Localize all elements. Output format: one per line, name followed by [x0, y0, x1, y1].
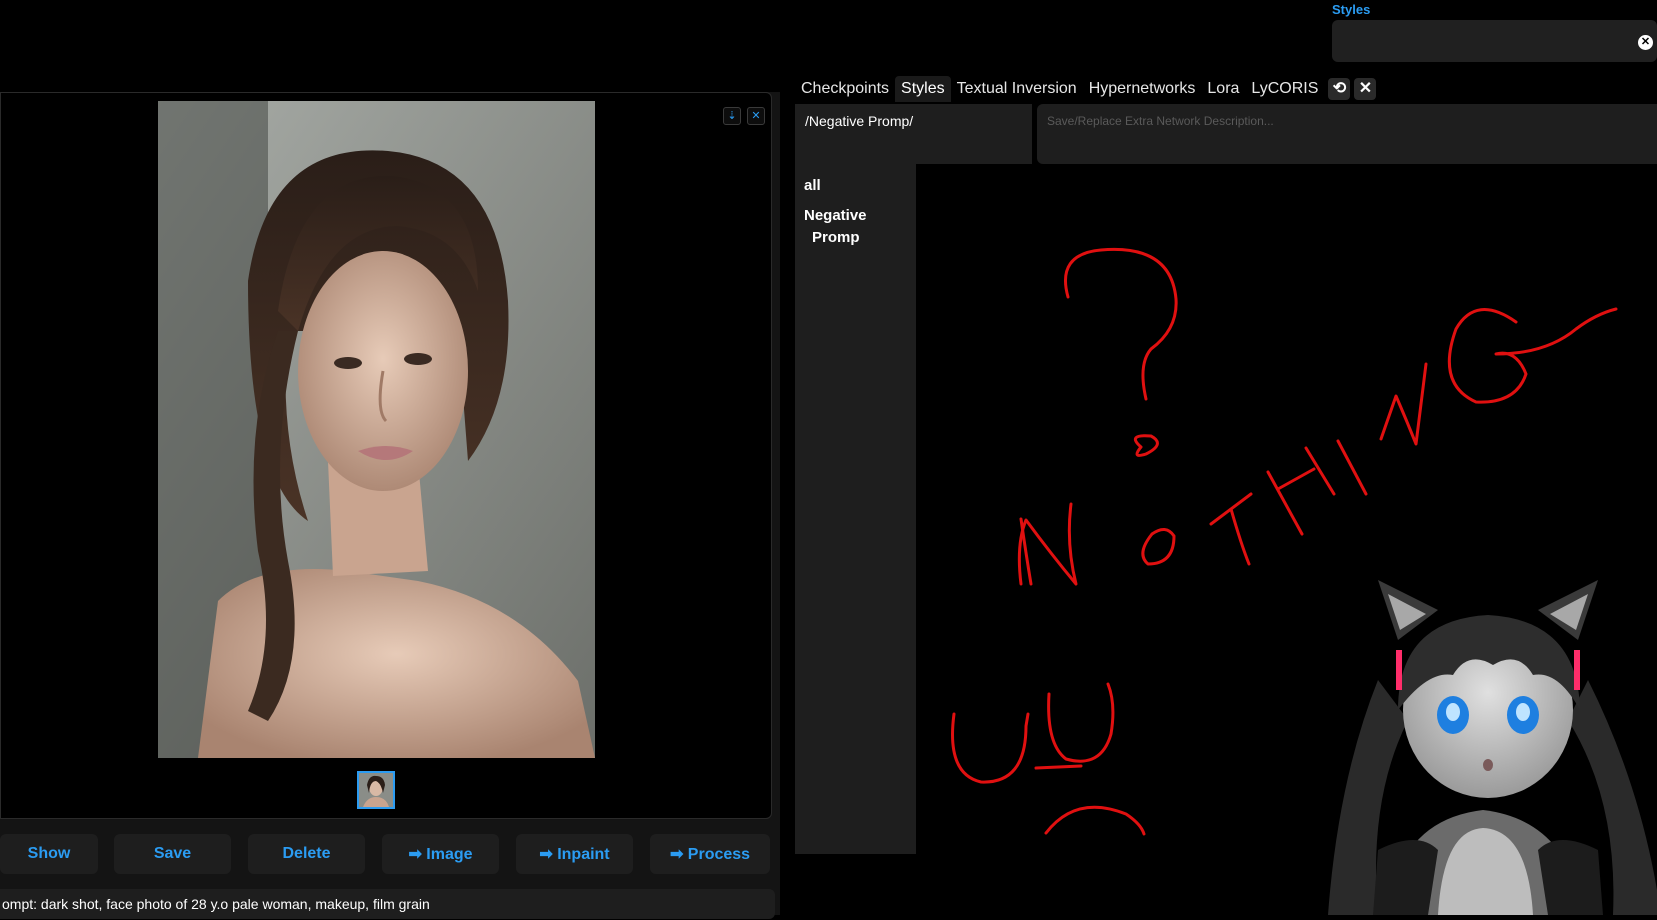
close-icon[interactable]: ✕	[1638, 35, 1653, 50]
generated-image[interactable]	[158, 101, 595, 758]
tree-item-negative[interactable]: Negative	[804, 204, 867, 227]
gallery-frame: ⇣ ✕	[0, 92, 772, 819]
save-button[interactable]: Save	[114, 834, 231, 874]
show-button[interactable]: Show	[0, 834, 98, 874]
tab-textual-inversion[interactable]: Textual Inversion	[951, 76, 1083, 102]
tab-styles[interactable]: Styles	[895, 76, 951, 102]
gallery-thumbnail[interactable]	[357, 771, 395, 809]
description-placeholder: Save/Replace Extra Network Description..…	[1047, 114, 1274, 128]
styles-dropdown-container: Styles ✕	[1332, 2, 1657, 62]
extra-networks-tabs: Checkpoints Styles Textual Inversion Hyp…	[795, 76, 1377, 102]
tree-item-promp[interactable]: Promp	[812, 226, 860, 249]
send-to-inpaint-button[interactable]: ➡ Inpaint	[516, 834, 633, 874]
network-tree: all Negative Promp	[795, 164, 916, 854]
delete-button[interactable]: Delete	[248, 834, 365, 874]
description-input[interactable]: Save/Replace Extra Network Description..…	[1037, 104, 1657, 164]
image-gallery-panel: ⇣ ✕ Show Save Delete ➡ Image ➡ Inpaint ➡…	[0, 92, 780, 919]
styles-select[interactable]	[1332, 20, 1657, 62]
tab-lycoris[interactable]: LyCORIS	[1245, 76, 1324, 102]
tab-hypernetworks[interactable]: Hypernetworks	[1083, 76, 1202, 102]
anime-mascot-image	[1318, 580, 1657, 915]
refresh-icon[interactable]: ⟲	[1328, 78, 1351, 100]
network-path: /Negative Promp/	[805, 113, 914, 129]
styles-label: Styles	[1332, 2, 1371, 17]
tab-checkpoints[interactable]: Checkpoints	[795, 76, 895, 102]
download-icon[interactable]: ⇣	[723, 107, 741, 125]
gallery-action-row: Show Save Delete ➡ Image ➡ Inpaint ➡ Pro…	[0, 834, 780, 880]
tab-lora[interactable]: Lora	[1201, 76, 1245, 102]
close-icon[interactable]: ✕	[747, 107, 765, 125]
send-to-process-button[interactable]: ➡ Process	[650, 834, 770, 874]
send-to-image-button[interactable]: ➡ Image	[382, 834, 499, 874]
tree-item-all[interactable]: all	[804, 174, 821, 197]
close-icon[interactable]: ✕	[1354, 78, 1377, 100]
network-path-box: /Negative Promp/	[795, 104, 1032, 164]
